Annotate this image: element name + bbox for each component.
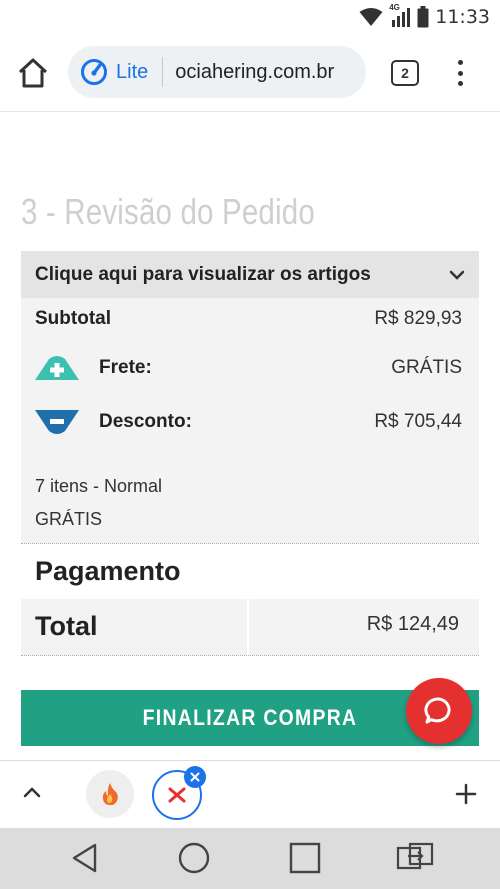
system-nav-bar (0, 828, 500, 889)
subtotal-row: Subtotal R$ 829,93 (35, 308, 462, 330)
page-content: 3 - Revisão do Pedido Clique aqui para v… (0, 113, 500, 760)
shipping-plus-icon (35, 356, 79, 380)
shipping-method-info: 7 itens - Normal GRÁTIS (35, 470, 162, 536)
back-icon[interactable] (70, 842, 100, 874)
tab-favicon-flame[interactable] (86, 770, 134, 818)
summary-panel: Subtotal R$ 829,93 Frete: GRÁTIS Descont… (21, 298, 479, 543)
subtotal-value: R$ 829,93 (374, 308, 462, 329)
lite-mode-label[interactable]: Lite (116, 61, 148, 84)
order-summary: Clique aqui para visualizar os artigos S… (21, 251, 479, 544)
home-icon[interactable] (16, 56, 50, 90)
shipping-row: Frete: GRÁTIS (35, 354, 462, 382)
shipping-label: Frete: (99, 357, 152, 378)
chat-bubble-icon[interactable] (424, 696, 454, 726)
chevron-up-icon[interactable] (22, 785, 42, 799)
switch-window-icon[interactable] (396, 842, 434, 874)
flame-icon (102, 783, 118, 806)
shipping-method: 7 itens - Normal (35, 476, 163, 496)
battery-icon (417, 6, 429, 28)
section-title: 3 - Revisão do Pedido (21, 191, 315, 232)
total-value: R$ 124,49 (366, 613, 459, 635)
shipping-method-price: GRÁTIS (35, 509, 103, 529)
status-icons: 4G 11:33 (359, 3, 490, 29)
home-nav-icon[interactable] (178, 842, 210, 874)
view-items-toggle[interactable]: Clique aqui para visualizar os artigos (21, 251, 479, 298)
clock: 11:33 (435, 6, 490, 28)
browser-toolbar: Lite ociahering.com.br 2 (0, 34, 500, 112)
divider (21, 543, 479, 544)
tab-count: 2 (401, 65, 409, 81)
discount-row: Desconto: R$ 705,44 (35, 408, 462, 436)
recents-icon[interactable] (289, 842, 321, 874)
omnibox-divider (162, 57, 164, 87)
address-bar[interactable]: Lite ociahering.com.br (68, 46, 366, 98)
lite-mode-icon[interactable] (80, 58, 108, 86)
view-items-label[interactable]: Clique aqui para visualizar os artigos (35, 264, 371, 286)
discount-value: R$ 705,44 (374, 411, 462, 432)
bottom-tab-strip (0, 760, 500, 828)
plus-icon[interactable] (455, 783, 477, 805)
divider (21, 655, 479, 656)
discount-minus-icon (35, 410, 79, 434)
chevron-down-icon[interactable] (449, 270, 465, 280)
status-bar: 4G 11:33 (0, 0, 500, 34)
close-tab-icon[interactable] (184, 766, 206, 788)
url-text[interactable]: ociahering.com.br (175, 61, 334, 84)
chat-button[interactable] (406, 678, 472, 744)
subtotal-label: Subtotal (35, 308, 111, 329)
wifi-icon (359, 8, 383, 26)
site-logo-icon (168, 787, 186, 803)
checkout-label[interactable]: FINALIZAR COMPRA (143, 705, 358, 731)
discount-label: Desconto: (99, 411, 192, 432)
total-label: Total (35, 611, 98, 641)
total-row: Total R$ 124,49 (21, 599, 479, 655)
overflow-menu-icon[interactable] (452, 56, 468, 90)
signal-icon: 4G (389, 3, 411, 28)
payment-heading: Pagamento (35, 556, 181, 586)
tab-switcher-button[interactable]: 2 (391, 60, 419, 86)
shipping-value: GRÁTIS (391, 357, 462, 378)
